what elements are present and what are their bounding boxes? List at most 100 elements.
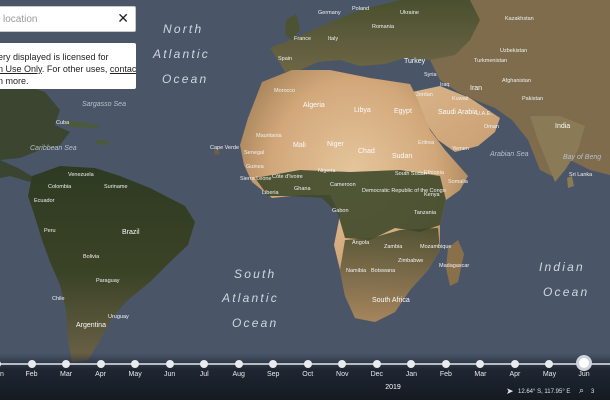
timeline-tick[interactable] [234,360,243,368]
country-label: Germany [318,10,341,16]
sea-label-bengal: Bay of Beng [563,154,601,161]
timeline-tick[interactable] [165,360,174,368]
timeline-tick[interactable] [62,360,71,368]
timeline-tick[interactable] [269,360,278,368]
timeline-tick[interactable] [510,360,519,368]
country-label: Cuba [56,120,70,126]
ocean-label-north-atlantic-2: Atlantic [152,47,210,61]
location-search-input[interactable] [0,13,111,25]
country-label: Namibia [346,268,367,274]
location-search-box[interactable]: ✕ [0,6,136,32]
close-icon[interactable]: ✕ [117,10,129,28]
license-notice-line-1: ery displayed is licensed for [0,52,109,62]
timeline-month-label[interactable]: Jun [164,371,175,378]
timeline-month-label[interactable]: Feb [25,371,37,378]
timeline-month-label[interactable]: May [543,371,556,378]
timeline-month-label[interactable]: Mar [474,371,486,378]
timeline-current-marker[interactable] [576,355,592,371]
country-label: Nigeria [318,168,336,174]
country-label: Pakistan [522,96,543,102]
timeline-tick[interactable] [96,360,105,368]
timeline-month-label[interactable]: Mar [60,371,72,378]
country-label: Mauritania [256,133,283,139]
country-label: Kazakhstan [505,16,534,22]
country-label: Spain [278,56,292,62]
zoom-icon[interactable]: ⌕ [579,386,584,396]
country-label: Iraq [440,82,449,88]
country-label: Afghanistan [502,78,531,84]
timeline-tick[interactable] [303,360,312,368]
country-label: Guinea [246,164,265,170]
timeline-month-label[interactable]: Jul [200,371,209,378]
license-link[interactable]: n Use Only [0,64,42,74]
timeline-month-label[interactable]: Oct [302,371,313,378]
country-label: Algeria [303,102,325,109]
country-label: Libya [354,107,371,114]
timeline-month-label[interactable]: May [128,371,141,378]
country-label: Cameroon [330,182,356,188]
country-label: Liberia [262,190,279,196]
country-label: Angola [352,240,370,246]
country-label: Uzbekistan [500,48,527,54]
country-label: Turkey [404,58,426,65]
timeline-month-label[interactable]: Aug [232,371,244,378]
country-label: Colombia [48,184,72,190]
timeline-tick[interactable] [27,360,36,368]
timeline-tick[interactable] [338,360,347,368]
contact-link[interactable]: contact [110,64,136,74]
country-label: Turkmenistan [474,58,507,64]
country-label: Egypt [394,108,412,115]
country-label: France [294,36,311,42]
country-label: Côte d'Ivoire [272,174,303,180]
timeline-month-label[interactable]: Sep [267,371,279,378]
country-label: Oman [484,124,499,130]
country-label: South Africa [372,297,410,304]
country-label: Yemen [452,146,469,152]
country-label: Democratic Republic of the Congo [362,188,446,194]
sea-label-caribbean: Caribbean Sea [30,145,77,152]
country-label: Iran [470,85,482,92]
country-label: Italy [328,36,338,42]
country-label: Syria [424,72,437,78]
timeline-tick[interactable] [545,360,554,368]
timeline-tick[interactable] [372,360,381,368]
license-notice: ery displayed is licensed for n Use Only… [0,43,136,89]
country-label: Cape Verde [210,145,239,151]
country-label: Venezuela [68,172,95,178]
country-label: South Sudan [395,171,427,177]
country-label: Jordan [416,92,433,98]
country-label: Poland [352,6,369,12]
coordinates-readout: 12.64° S, 117.95° E [518,389,571,395]
country-label: Mali [293,142,306,149]
timeline-tick[interactable] [131,360,140,368]
timeline-month-label[interactable]: Jun [578,371,589,378]
country-label: Chad [358,148,375,155]
timeline-month-label[interactable]: Jan [406,371,417,378]
country-label: Romania [372,24,395,30]
ocean-label-south-atlantic-1: South [234,267,276,281]
license-notice-line-3: n more. [0,76,29,86]
country-label: Paraguay [96,278,120,284]
country-label: Sudan [392,153,412,160]
country-label: Mozambique [420,244,452,250]
zoom-level: 3 [591,389,595,395]
timeline-month-label[interactable]: Nov [336,371,348,378]
ocean-label-north-atlantic-3: Ocean [162,72,208,86]
country-label: Ghana [294,186,311,192]
timeline-tick[interactable] [476,360,485,368]
timeline-month-label[interactable]: Apr [509,371,520,378]
timeline-tick[interactable] [441,360,450,368]
timeline-tick[interactable] [200,360,209,368]
country-label: Madagascar [439,263,469,269]
timeline-month-label[interactable]: Feb [440,371,452,378]
timeline-month-label[interactable]: Apr [95,371,106,378]
country-label: Somalia [448,179,469,185]
timeline-month-label[interactable]: Dec [371,371,383,378]
country-label: Chile [52,296,65,302]
timeline-tick[interactable] [0,360,1,368]
timeline-month-label[interactable]: n [0,371,4,378]
timeline-tick[interactable] [407,360,416,368]
country-label: Botswana [371,268,396,274]
navigation-arrow-icon[interactable]: ➤ [506,386,514,397]
country-label: Morocco [274,88,295,94]
